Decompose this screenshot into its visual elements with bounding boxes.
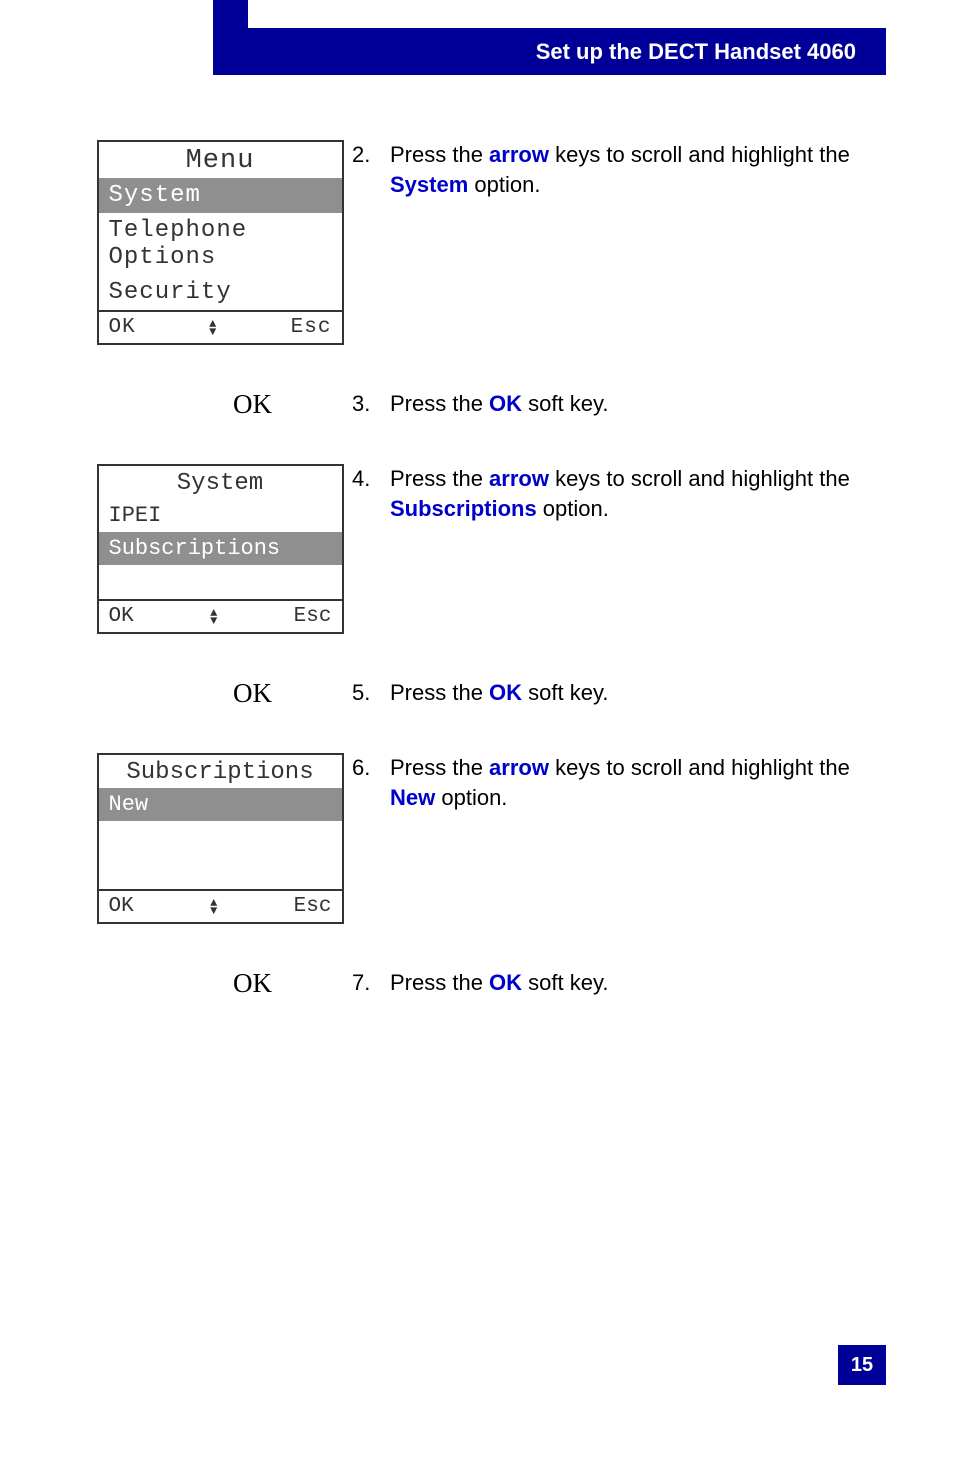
text: soft key. — [522, 391, 608, 416]
kw-arrow: arrow — [489, 466, 549, 491]
step-7-row: OK 7. Press the OK soft key. — [88, 968, 886, 999]
screen-list: System Telephone Options Security — [99, 178, 342, 310]
softkey-ok: OK — [109, 316, 136, 339]
screen-list: IPEI Subscriptions — [99, 499, 342, 599]
step-body: Press the OK soft key. — [390, 389, 886, 419]
kw-ok: OK — [489, 680, 522, 705]
ok-key-label: OK — [233, 678, 272, 709]
kw-arrow: arrow — [489, 142, 549, 167]
nav-up-down-icon: ▲▼ — [210, 609, 217, 625]
softkey-ok: OK — [109, 605, 134, 628]
step-5-key-col: OK — [88, 678, 352, 709]
menu-item-new: New — [99, 788, 342, 821]
step-number: 6. — [352, 753, 390, 812]
kw-new: New — [390, 785, 435, 810]
section-header: Set up the DECT Handset 4060 — [248, 28, 886, 75]
step-4-row: System IPEI Subscriptions OK ▲▼ Esc 4. P… — [88, 464, 886, 634]
text: soft key. — [522, 680, 608, 705]
step-2-row: Menu System Telephone Options Security O… — [88, 140, 886, 345]
step-2-text: 2. Press the arrow keys to scroll and hi… — [352, 140, 886, 199]
empty-row — [99, 565, 342, 599]
step-number: 5. — [352, 678, 390, 708]
step-7-key-col: OK — [88, 968, 352, 999]
text: soft key. — [522, 970, 608, 995]
screen-list: New — [99, 788, 342, 889]
menu-item-ipei: IPEI — [99, 499, 342, 532]
handset-screen-menu: Menu System Telephone Options Security O… — [97, 140, 344, 345]
step-body: Press the arrow keys to scroll and highl… — [390, 753, 886, 812]
text: Press the — [390, 755, 489, 780]
menu-item-subscriptions: Subscriptions — [99, 532, 342, 565]
menu-item-system: System — [99, 178, 342, 213]
step-number: 3. — [352, 389, 390, 419]
text: Press the — [390, 970, 489, 995]
nav-up-down-icon: ▲▼ — [210, 899, 217, 915]
text: option. — [435, 785, 507, 810]
kw-system: System — [390, 172, 468, 197]
step-5-row: OK 5. Press the OK soft key. — [88, 678, 886, 709]
step-3-row: OK 3. Press the OK soft key. — [88, 389, 886, 420]
step-number: 4. — [352, 464, 390, 523]
step-6-figure-col: Subscriptions New OK ▲▼ Esc — [88, 753, 352, 924]
softkey-row: OK ▲▼ Esc — [99, 310, 342, 343]
handset-screen-system: System IPEI Subscriptions OK ▲▼ Esc — [97, 464, 344, 634]
text: Press the — [390, 466, 489, 491]
step-number: 2. — [352, 140, 390, 199]
menu-item-telephone-options: Telephone Options — [99, 213, 342, 275]
ok-key-label: OK — [233, 968, 272, 999]
softkey-esc: Esc — [294, 895, 332, 918]
text: keys to scroll and highlight the — [549, 755, 850, 780]
text: option. — [537, 496, 609, 521]
kw-ok: OK — [489, 391, 522, 416]
text: Press the — [390, 680, 489, 705]
header-sidebar — [213, 0, 248, 75]
step-3-text: 3. Press the OK soft key. — [352, 389, 886, 419]
nav-up-down-icon: ▲▼ — [209, 320, 217, 336]
kw-arrow: arrow — [489, 755, 549, 780]
step-number: 7. — [352, 968, 390, 998]
step-4-figure-col: System IPEI Subscriptions OK ▲▼ Esc — [88, 464, 352, 634]
softkey-esc: Esc — [291, 316, 332, 339]
step-5-text: 5. Press the OK soft key. — [352, 678, 886, 708]
ok-key-label: OK — [233, 389, 272, 420]
screen-title: System — [99, 466, 342, 499]
step-3-key-col: OK — [88, 389, 352, 420]
step-2-figure-col: Menu System Telephone Options Security O… — [88, 140, 352, 345]
step-6-text: 6. Press the arrow keys to scroll and hi… — [352, 753, 886, 812]
step-body: Press the arrow keys to scroll and highl… — [390, 464, 886, 523]
step-body: Press the OK soft key. — [390, 678, 886, 708]
step-body: Press the arrow keys to scroll and highl… — [390, 140, 886, 199]
menu-item-security: Security — [99, 275, 342, 310]
step-7-text: 7. Press the OK soft key. — [352, 968, 886, 998]
softkey-esc: Esc — [294, 605, 332, 628]
softkey-ok: OK — [109, 895, 134, 918]
text: Press the — [390, 142, 489, 167]
kw-ok: OK — [489, 970, 522, 995]
step-4-text: 4. Press the arrow keys to scroll and hi… — [352, 464, 886, 523]
text: keys to scroll and highlight the — [549, 142, 850, 167]
text: keys to scroll and highlight the — [549, 466, 850, 491]
step-body: Press the OK soft key. — [390, 968, 886, 998]
handset-screen-subscriptions: Subscriptions New OK ▲▼ Esc — [97, 753, 344, 924]
text: option. — [468, 172, 540, 197]
content: Menu System Telephone Options Security O… — [88, 140, 886, 1043]
page-number: 15 — [838, 1345, 886, 1385]
kw-subscriptions: Subscriptions — [390, 496, 537, 521]
softkey-row: OK ▲▼ Esc — [99, 889, 342, 922]
screen-title: Subscriptions — [99, 755, 342, 788]
softkey-row: OK ▲▼ Esc — [99, 599, 342, 632]
screen-title: Menu — [99, 142, 342, 178]
empty-row — [99, 821, 342, 855]
empty-row — [99, 855, 342, 889]
step-6-row: Subscriptions New OK ▲▼ Esc 6. Press the… — [88, 753, 886, 924]
text: Press the — [390, 391, 489, 416]
